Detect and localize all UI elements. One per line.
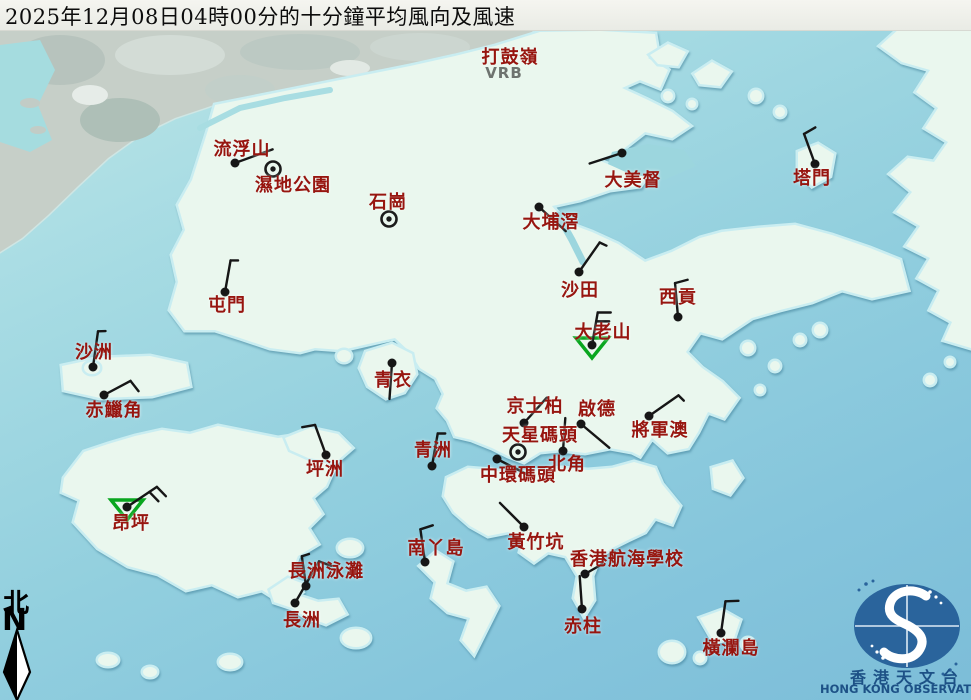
station-wind-barb [221,260,239,296]
station-calm-marker [511,445,526,460]
station-label: 香港航海學校 [570,551,684,569]
variable-wind-text: VRB [485,64,523,82]
station-wind-barb [100,381,139,400]
map-title: 2025年12月08日04時00分的十分鐘平均風向及風速 [5,1,515,31]
station-label: 大美督 [605,172,662,190]
station-label: 青洲 [414,442,452,460]
station-label: 流浮山 [214,141,271,159]
station-label: 南丫島 [408,540,465,558]
title-bar: 2025年12月08日04時00分的十分鐘平均風向及風速 [0,0,971,31]
station-label: 赤柱 [564,618,602,636]
station-label: 沙洲 [75,344,113,362]
station-label: 天星碼頭 [502,427,578,445]
hko-logo-name-en: HONG KONG OBSERVATORY [820,682,971,696]
station-label: 長洲 [283,612,321,630]
station-label: 石崗 [369,194,407,212]
station-wind-barb [645,395,684,420]
station-wind-barb [575,243,607,277]
station-wind-barb [717,601,739,638]
station-calm-marker [382,212,397,227]
station-wind-barb [577,420,610,448]
station-label: 長洲泳灘 [288,563,364,581]
station-label: 塔門 [793,170,831,188]
wind-map-screen: 打鼓嶺VRB流浮山濕地公園石崗大埔滘大美督塔門沙田西貢大老山屯門沙洲赤鱲角青衣京… [0,0,971,700]
station-label: 黃竹坑 [508,534,565,552]
station-wind-barb [500,503,529,532]
station-label: 橫瀾島 [703,640,760,658]
station-label: 北角 [548,456,586,474]
station-label: 大老山 [575,324,632,342]
station-label: 坪洲 [306,461,344,479]
station-label: 大埔滘 [523,214,580,232]
station-wind-barb [578,576,587,613]
station-label: 濕地公園 [255,177,331,195]
station-symbols-layer [0,0,971,700]
station-label: 中環碼頭 [480,467,556,485]
station-label: 昂坪 [112,515,150,533]
station-label: 屯門 [208,297,246,315]
station-wind-barb [590,149,627,164]
compass-north-arrow-icon [0,627,40,700]
station-wind-barb [302,425,330,460]
station-label: 京士柏 [507,398,564,416]
station-wind-barb [804,127,819,168]
station-label: 赤鱲角 [86,402,143,420]
station-label: 青衣 [374,372,412,390]
station-label: 啟德 [578,401,616,419]
station-label: 將軍澳 [632,422,689,440]
station-label: 沙田 [561,282,599,300]
station-label: 西貢 [659,289,697,307]
